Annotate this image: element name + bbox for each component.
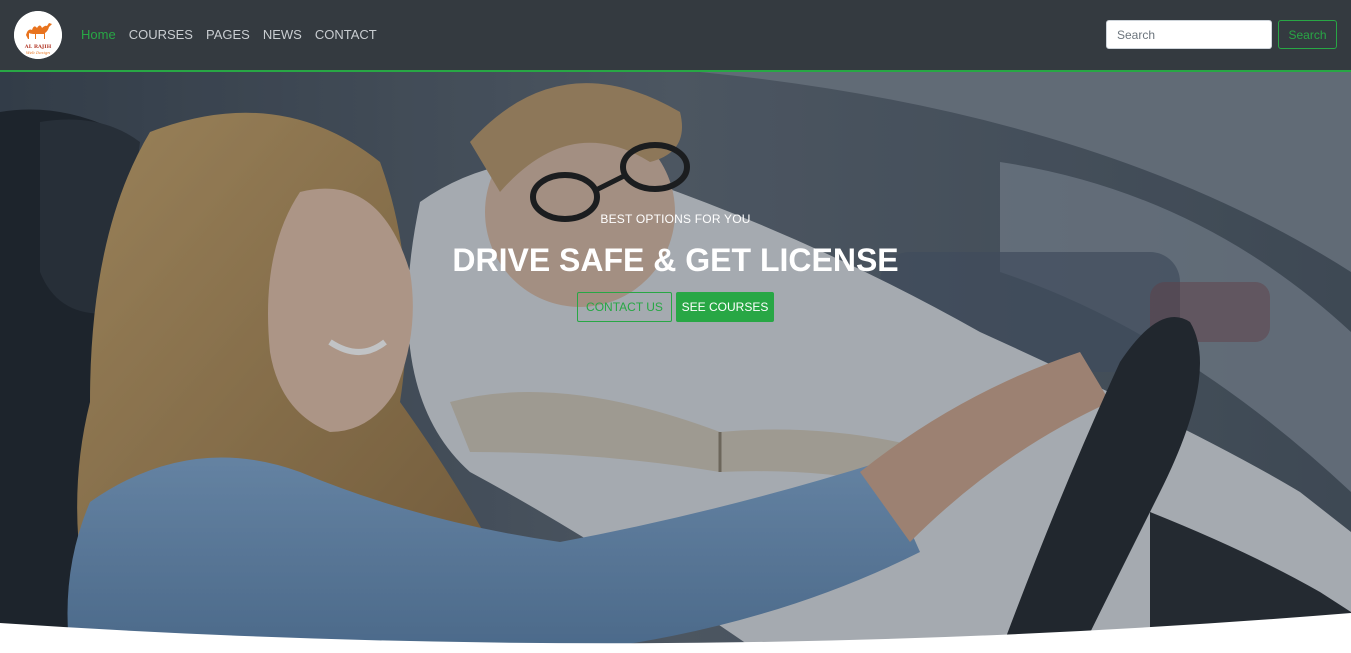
camel-logo-icon: AL RAJIH Web Design — [14, 11, 62, 59]
search-button[interactable]: Search — [1278, 20, 1337, 49]
nav-item-courses[interactable]: COURSES — [129, 27, 193, 42]
hero-bottom-curve — [0, 613, 1351, 653]
nav-item-contact[interactable]: CONTACT — [315, 27, 377, 42]
svg-text:Web Design: Web Design — [26, 50, 50, 55]
nav-item-pages[interactable]: PAGES — [206, 27, 250, 42]
hero-background-image — [0, 72, 1351, 653]
see-courses-button[interactable]: SEE COURSES — [676, 292, 774, 322]
hero-section: BEST OPTIONS FOR YOU DRIVE SAFE & GET LI… — [0, 72, 1351, 653]
hero-eyebrow: BEST OPTIONS FOR YOU — [600, 212, 751, 226]
nav-item-news[interactable]: NEWS — [263, 27, 302, 42]
hero-title: DRIVE SAFE & GET LICENSE — [452, 242, 899, 278]
hero-buttons: CONTACT US SEE COURSES — [577, 292, 774, 322]
navbar: AL RAJIH Web Design Home COURSES PAGES N… — [0, 0, 1351, 72]
contact-us-button[interactable]: CONTACT US — [577, 292, 672, 322]
main-nav: Home COURSES PAGES NEWS CONTACT — [81, 27, 377, 42]
search-input[interactable] — [1106, 20, 1272, 49]
nav-item-home[interactable]: Home — [81, 27, 116, 42]
brand-logo[interactable]: AL RAJIH Web Design — [14, 11, 62, 59]
